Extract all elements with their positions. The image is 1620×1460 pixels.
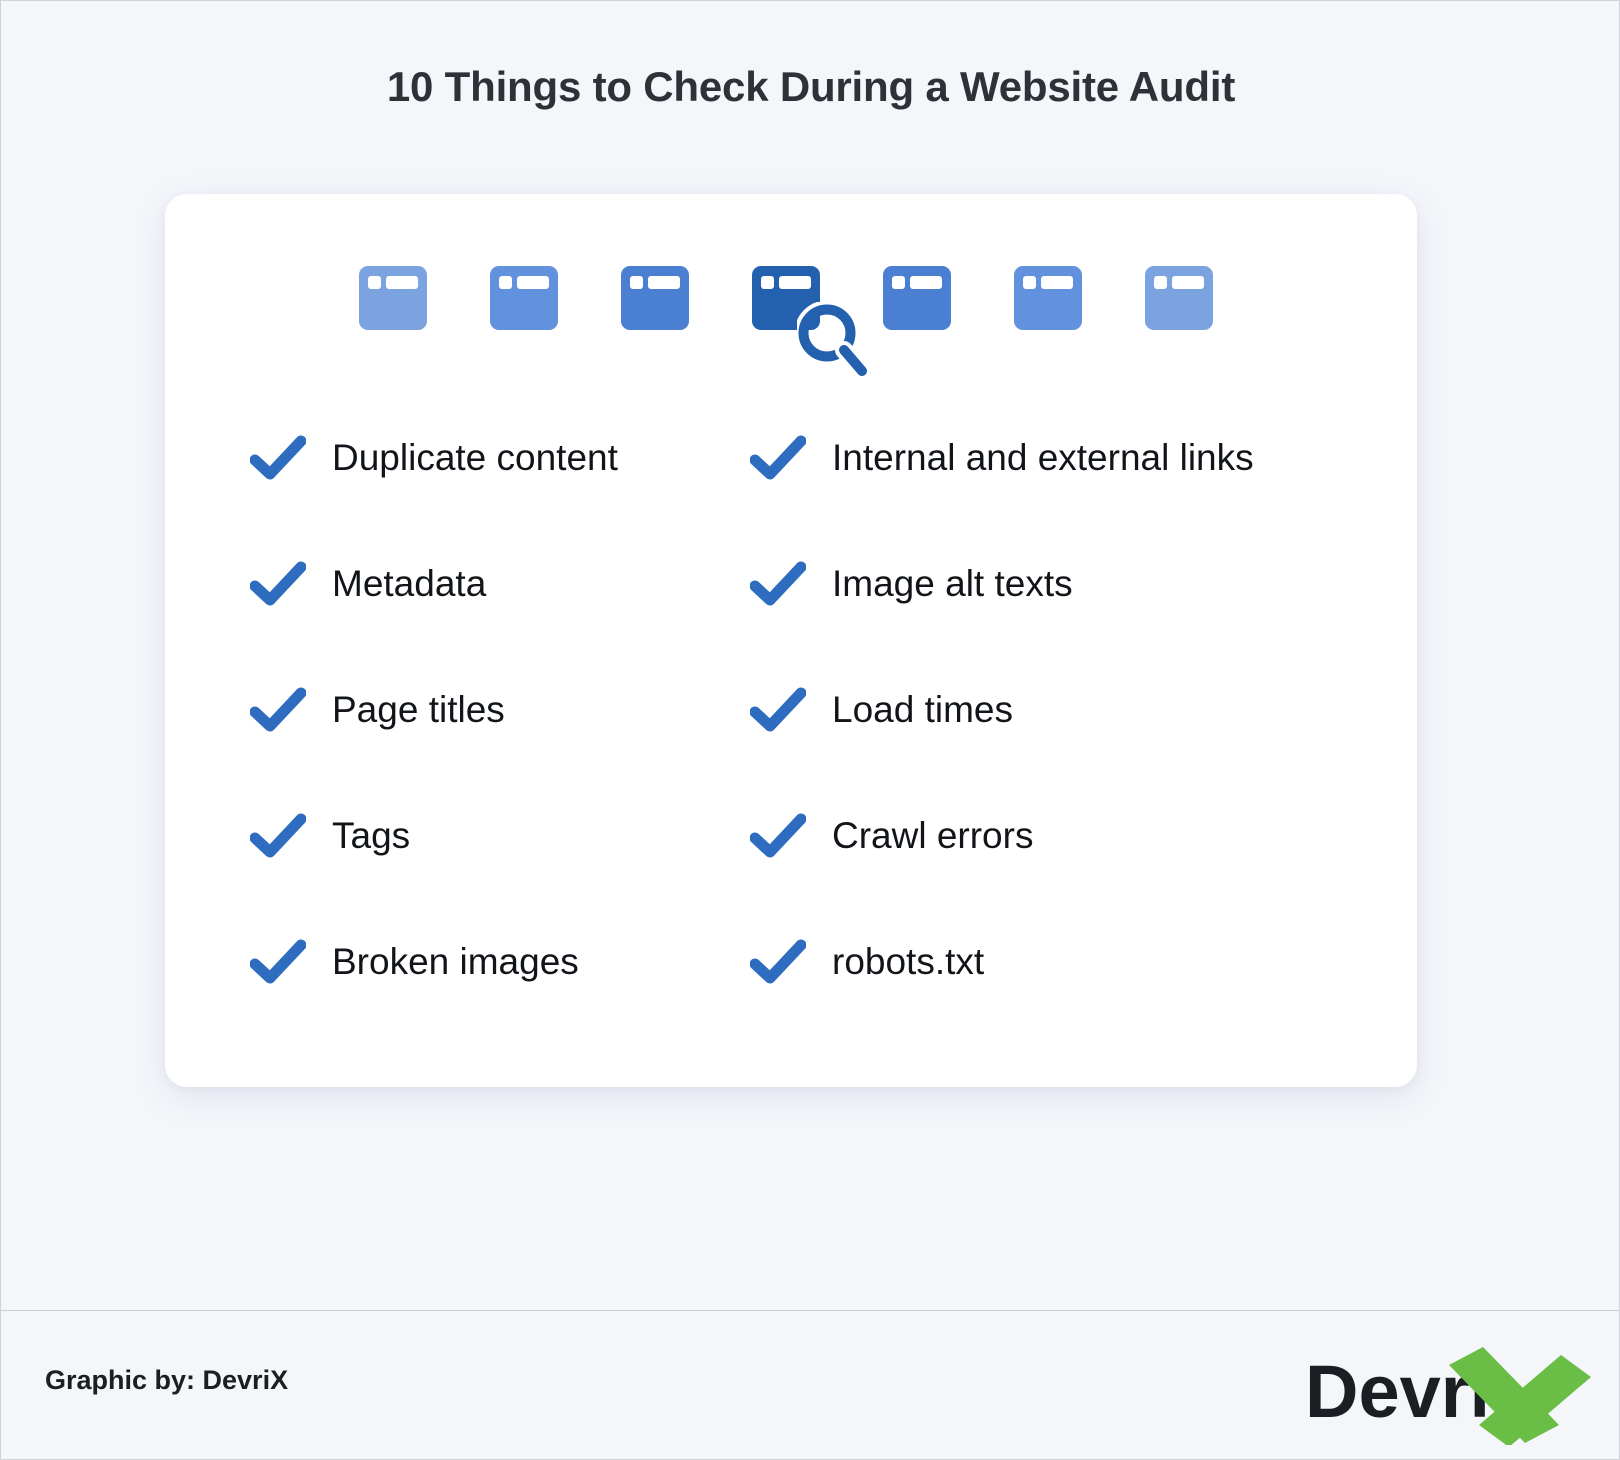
check-icon (250, 937, 306, 985)
list-item-label: robots.txt (832, 940, 985, 982)
list-item-label: Load times (832, 688, 1013, 730)
check-icon (250, 811, 306, 859)
list-item-label: Internal and external links (832, 436, 1254, 478)
magnifying-glass-icon (797, 302, 869, 380)
footer: Graphic by: DevriX Devri (1, 1311, 1619, 1459)
list-item: Load times (750, 646, 1390, 772)
list-item: Page titles (250, 646, 770, 772)
check-icon (750, 811, 806, 859)
list-item: Metadata (250, 520, 770, 646)
check-icon (250, 559, 306, 607)
list-item: Crawl errors (750, 772, 1390, 898)
browser-window-icon (1014, 266, 1082, 330)
icon-strip (165, 254, 1417, 384)
list-item-label: Duplicate content (332, 436, 618, 478)
check-icon (750, 559, 806, 607)
browser-window-icon (1145, 266, 1213, 330)
devrix-logo: Devri (1299, 1329, 1599, 1445)
infographic-canvas: 10 Things to Check During a Website Audi… (0, 0, 1620, 1460)
content-card: Duplicate content Metadata Page titles T… (165, 194, 1417, 1087)
list-item-label: Crawl errors (832, 814, 1034, 856)
list-item: Duplicate content (250, 394, 770, 520)
check-icon (750, 433, 806, 481)
list-item: Image alt texts (750, 520, 1390, 646)
list-item-label: Page titles (332, 688, 505, 730)
check-icon (250, 433, 306, 481)
check-icon (250, 685, 306, 733)
list-item: Tags (250, 772, 770, 898)
check-icon (750, 937, 806, 985)
page-title: 10 Things to Check During a Website Audi… (386, 63, 1236, 110)
checklist-left-column: Duplicate content Metadata Page titles T… (250, 394, 770, 1024)
browser-window-icon (490, 266, 558, 330)
checklist-right-column: Internal and external links Image alt te… (750, 394, 1390, 1024)
list-item-label: Image alt texts (832, 562, 1073, 604)
list-item-label: Metadata (332, 562, 487, 604)
list-item: robots.txt (750, 898, 1390, 1024)
check-icon (750, 685, 806, 733)
list-item: Broken images (250, 898, 770, 1024)
list-item: Internal and external links (750, 394, 1390, 520)
browser-window-icon (621, 266, 689, 330)
list-item-label: Broken images (332, 940, 579, 982)
list-item-label: Tags (332, 814, 411, 856)
browser-window-icon (359, 266, 427, 330)
credit-text: Graphic by: DevriX (45, 1365, 289, 1395)
browser-window-icon (883, 266, 951, 330)
